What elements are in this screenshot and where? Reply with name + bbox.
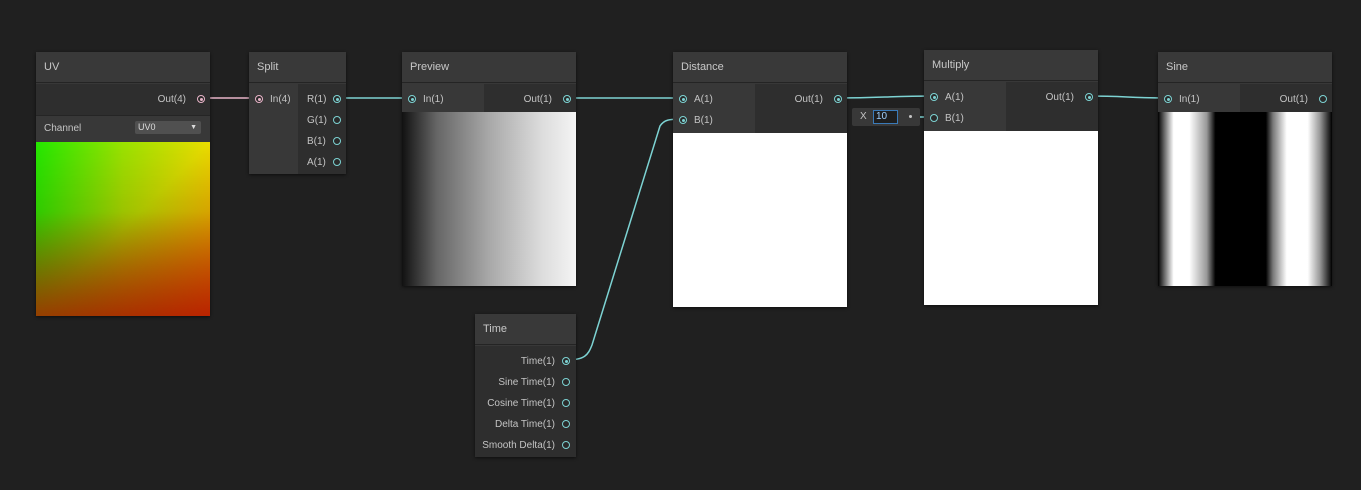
multiply-in-b-label: B(1) [945,113,964,124]
split-out-b-label: B(1) [307,136,326,147]
sine-in-port[interactable] [1164,95,1172,103]
sine-out-port[interactable] [1319,95,1327,103]
sine-out-label: Out(1) [1279,94,1308,105]
channel-label: Channel [44,123,82,134]
uv-out-label: Out(4) [157,94,186,105]
multiply-in-a-label: A(1) [945,92,964,103]
multiply-b-connector-dot [909,115,912,118]
split-out-a-port[interactable] [333,158,341,166]
time-out-sine-label: Sine Time(1) [498,377,555,388]
multiply-b-axis-label: X [860,111,867,122]
multiply-b-input-field[interactable]: X 10 [852,108,920,126]
multiply-node[interactable]: Multiply A(1) B(1) Out(1) [924,50,1098,305]
channel-value: UV0 [138,122,156,132]
node-title[interactable]: Split [249,52,346,83]
distance-in-b-port[interactable] [679,116,687,124]
node-title[interactable]: Preview [402,52,576,83]
distance-in-a-port[interactable] [679,95,687,103]
uv-preview-image [36,142,210,316]
distance-preview-image [673,133,847,307]
uv-node[interactable]: UV Out(4) Channel UV0 ▼ [36,52,210,316]
time-out-delta-label: Delta Time(1) [494,419,555,430]
preview-in-port[interactable] [408,95,416,103]
time-out-smooth-label: Smooth Delta(1) [482,440,555,451]
split-node[interactable]: Split In(4) R(1) G(1) B(1) A(1) [249,52,346,174]
time-out-cosine-port[interactable] [562,399,570,407]
time-out-time-label: Time(1) [520,356,555,367]
multiply-out-label: Out(1) [1045,92,1074,103]
preview-gradient-image [402,112,576,286]
time-out-delta-port[interactable] [562,420,570,428]
split-out-a-label: A(1) [307,157,326,168]
preview-out-label: Out(1) [523,94,552,105]
time-out-smooth-port[interactable] [562,441,570,449]
preview-out-port[interactable] [563,95,571,103]
wire-multiply-to-sine [1087,95,1169,99]
split-in-port[interactable] [255,95,263,103]
uv-out-port[interactable] [197,95,205,103]
multiply-in-b-port[interactable] [930,114,938,122]
split-out-b-port[interactable] [333,137,341,145]
time-out-time-port[interactable] [562,357,570,365]
wire-distance-to-multiply [837,95,935,99]
node-title[interactable]: Distance [673,52,847,83]
chevron-down-icon: ▼ [190,124,197,131]
node-title[interactable]: Time [475,314,576,345]
multiply-in-a-port[interactable] [930,93,938,101]
sine-in-label: In(1) [1179,94,1200,105]
time-out-sine-port[interactable] [562,378,570,386]
split-out-g-port[interactable] [333,116,341,124]
split-out-r-port[interactable] [333,95,341,103]
time-node[interactable]: Time Time(1) Sine Time(1) Cosine Time(1)… [475,314,576,457]
distance-out-label: Out(1) [794,94,823,105]
distance-in-a-label: A(1) [694,94,713,105]
channel-dropdown[interactable]: UV0 ▼ [135,121,201,134]
sine-preview-image [1158,112,1332,286]
split-out-r-label: R(1) [307,94,327,105]
distance-node[interactable]: Distance A(1) B(1) Out(1) [673,52,847,307]
node-title[interactable]: Sine [1158,52,1332,83]
distance-in-b-label: B(1) [694,115,713,126]
distance-out-port[interactable] [834,95,842,103]
multiply-b-value[interactable]: 10 [873,110,898,124]
split-in-label: In(4) [270,94,291,105]
wire-time-to-distance [565,118,685,361]
preview-node[interactable]: Preview In(1) Out(1) [402,52,576,286]
node-title[interactable]: Multiply [924,50,1098,81]
node-title[interactable]: UV [36,52,210,83]
sine-node[interactable]: Sine In(1) Out(1) [1158,52,1332,286]
split-out-g-label: G(1) [307,115,327,126]
preview-in-label: In(1) [423,94,444,105]
time-out-cosine-label: Cosine Time(1) [487,398,555,409]
multiply-out-port[interactable] [1085,93,1093,101]
multiply-preview-image [924,131,1098,305]
